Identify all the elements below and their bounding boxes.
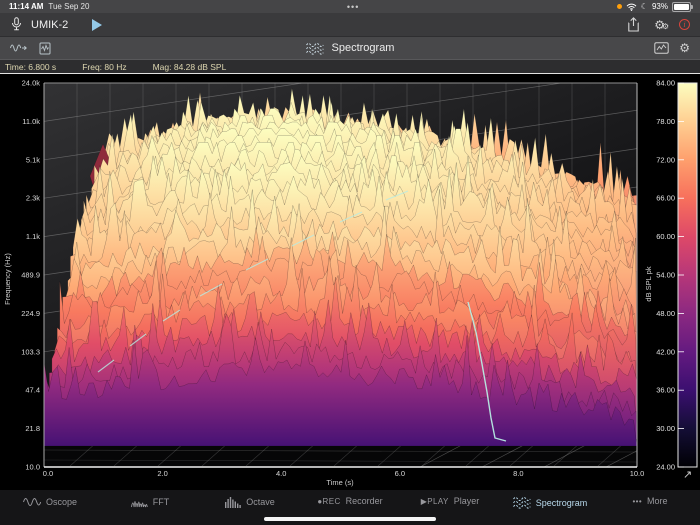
ellipsis-icon: ••• — [632, 497, 642, 506]
freq-tick-label: 21.8 — [25, 424, 40, 433]
clock: 11:14 AM — [9, 2, 43, 11]
freq-tick-label: 5.1k — [26, 155, 40, 164]
freq-tick-label: 11.0k — [22, 117, 40, 126]
time-tick-label: 2.0 — [157, 469, 167, 478]
tab-fft[interactable]: FFT — [100, 496, 200, 508]
level-tick-label: 78.00 — [656, 117, 675, 126]
tab-oscope[interactable]: Oscope — [0, 496, 100, 508]
time-tick-label: 0.0 — [43, 469, 53, 478]
tab-spectrogram[interactable]: Spectrogram — [500, 496, 600, 509]
freq-tick-label: 103.3 — [21, 347, 40, 356]
app-window: 11:14 AM Tue Sep 20 ••• ☾ 93% UMIK-2 — [0, 0, 700, 525]
spectrogram-3d-chart[interactable]: 24.0k 11.0k 5.1k 2.3k 1.1k 489.9 224.9 103.3 47.… — [0, 74, 700, 490]
freq-tick-label: 1.1k — [26, 232, 40, 241]
battery-icon — [672, 2, 691, 12]
cursor-readout: Time: 6.800 s Freq: 80 Hz Mag: 84.28 dB … — [0, 60, 700, 74]
status-bar: 11:14 AM Tue Sep 20 ••• ☾ 93% — [0, 0, 700, 13]
colorbar-title: dB SPL pk — [644, 266, 653, 301]
freq-tick-label: 10.0 — [25, 463, 40, 472]
home-indicator[interactable] — [264, 517, 436, 521]
wifi-icon — [626, 3, 637, 11]
device-toolbar: UMIK-2 ⚙⚙ i — [0, 13, 700, 37]
time-tick-label: 10.0 — [630, 469, 645, 478]
tab-player[interactable]: ▶PLAY Player — [400, 496, 500, 506]
freq-tick-label: 489.9 — [21, 271, 40, 280]
readout-mag: Mag: 84.28 dB SPL — [153, 62, 227, 72]
level-tick-label: 36.00 — [656, 386, 675, 395]
spectrogram-icon — [306, 42, 324, 55]
rec-icon: ●REC — [317, 497, 340, 506]
waveform-route-icon[interactable] — [10, 42, 27, 54]
time-tick-label: 6.0 — [395, 469, 405, 478]
freq-tick-label: 47.4 — [25, 386, 40, 395]
settings-gears-icon[interactable]: ⚙⚙ — [654, 19, 665, 31]
x-axis-title: Time (s) — [326, 478, 354, 487]
level-tick-label: 72.00 — [656, 155, 675, 164]
time-tick-label: 8.0 — [513, 469, 523, 478]
level-tick-label: 84.00 — [656, 79, 675, 88]
readout-freq: Freq: 80 Hz — [82, 62, 126, 72]
level-tick-label: 30.00 — [656, 424, 675, 433]
tab-more[interactable]: ••• More — [600, 496, 700, 506]
expand-arrow-icon[interactable]: ↗ — [683, 469, 692, 481]
chart-window-icon[interactable] — [654, 42, 669, 54]
freq-tick-label: 224.9 — [21, 309, 40, 318]
freq-tick-label: 2.3k — [26, 194, 40, 203]
spectrogram-icon — [513, 496, 531, 509]
snapshot-icon[interactable] — [39, 42, 51, 55]
share-icon[interactable] — [627, 17, 640, 32]
page-title: Spectrogram — [332, 42, 395, 54]
date: Tue Sep 20 — [48, 2, 89, 11]
level-tick-label: 60.00 — [656, 232, 675, 241]
level-tick-label: 48.00 — [656, 309, 675, 318]
level-tick-label: 66.00 — [656, 194, 675, 203]
bars-icon — [225, 496, 241, 508]
level-tick-label: 54.00 — [656, 271, 675, 280]
microphone-icon[interactable] — [10, 17, 23, 32]
play-icon: ▶PLAY — [421, 497, 449, 506]
readout-time: Time: 6.800 s — [5, 62, 56, 72]
play-button[interactable] — [92, 19, 102, 31]
freq-tick-label: 24.0k — [22, 79, 41, 88]
device-name[interactable]: UMIK-2 — [31, 19, 68, 31]
battery-percent: 93% — [652, 2, 668, 11]
y-axis-title: Frequency (Hz) — [3, 253, 12, 305]
time-tick-label: 4.0 — [276, 469, 286, 478]
module-toolbar: Spectrogram ⚙ — [0, 37, 700, 60]
tab-octave[interactable]: Octave — [200, 496, 300, 508]
gear-icon[interactable]: ⚙ — [679, 42, 690, 54]
level-tick-label: 42.00 — [656, 347, 675, 356]
multitask-handle[interactable]: ••• — [347, 4, 359, 10]
info-icon[interactable]: i — [679, 19, 690, 30]
mic-in-use-icon — [617, 4, 622, 9]
dnd-moon-icon: ☾ — [641, 3, 648, 11]
tab-recorder[interactable]: ●REC Recorder — [300, 496, 400, 506]
fft-peaks-icon — [131, 496, 148, 508]
level-tick-label: 24.00 — [656, 463, 675, 472]
sine-wave-icon — [23, 496, 41, 508]
